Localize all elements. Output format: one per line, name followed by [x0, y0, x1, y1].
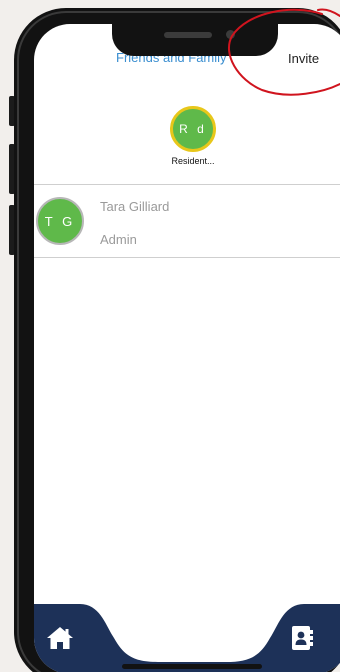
contacts-icon	[290, 625, 314, 656]
resident-card[interactable]: R d Resident...	[165, 106, 221, 166]
member-avatar: T G	[36, 197, 84, 245]
home-indicator	[122, 664, 262, 669]
bottom-nav-bar	[34, 604, 340, 672]
phone-frame: Friends and Family Invite R d Resident..…	[14, 8, 340, 672]
list-divider-bottom	[34, 257, 340, 258]
front-camera	[226, 30, 235, 39]
speaker-grille	[164, 32, 212, 38]
app-screen: Friends and Family Invite R d Resident..…	[34, 24, 340, 672]
home-nav-button[interactable]	[40, 620, 80, 660]
resident-name: Resident...	[171, 156, 215, 166]
home-icon	[46, 625, 74, 656]
member-name: Tara Gilliard	[100, 199, 170, 214]
contacts-nav-button[interactable]	[282, 620, 322, 660]
resident-avatar[interactable]: R d	[170, 106, 216, 152]
invite-button[interactable]: Invite	[288, 51, 319, 66]
member-list-item[interactable]: T G Tara Gilliard Admin	[34, 185, 340, 257]
phone-notch	[112, 24, 278, 56]
screenshot-stage: Friends and Family Invite R d Resident..…	[0, 0, 340, 672]
member-role: Admin	[100, 232, 137, 247]
